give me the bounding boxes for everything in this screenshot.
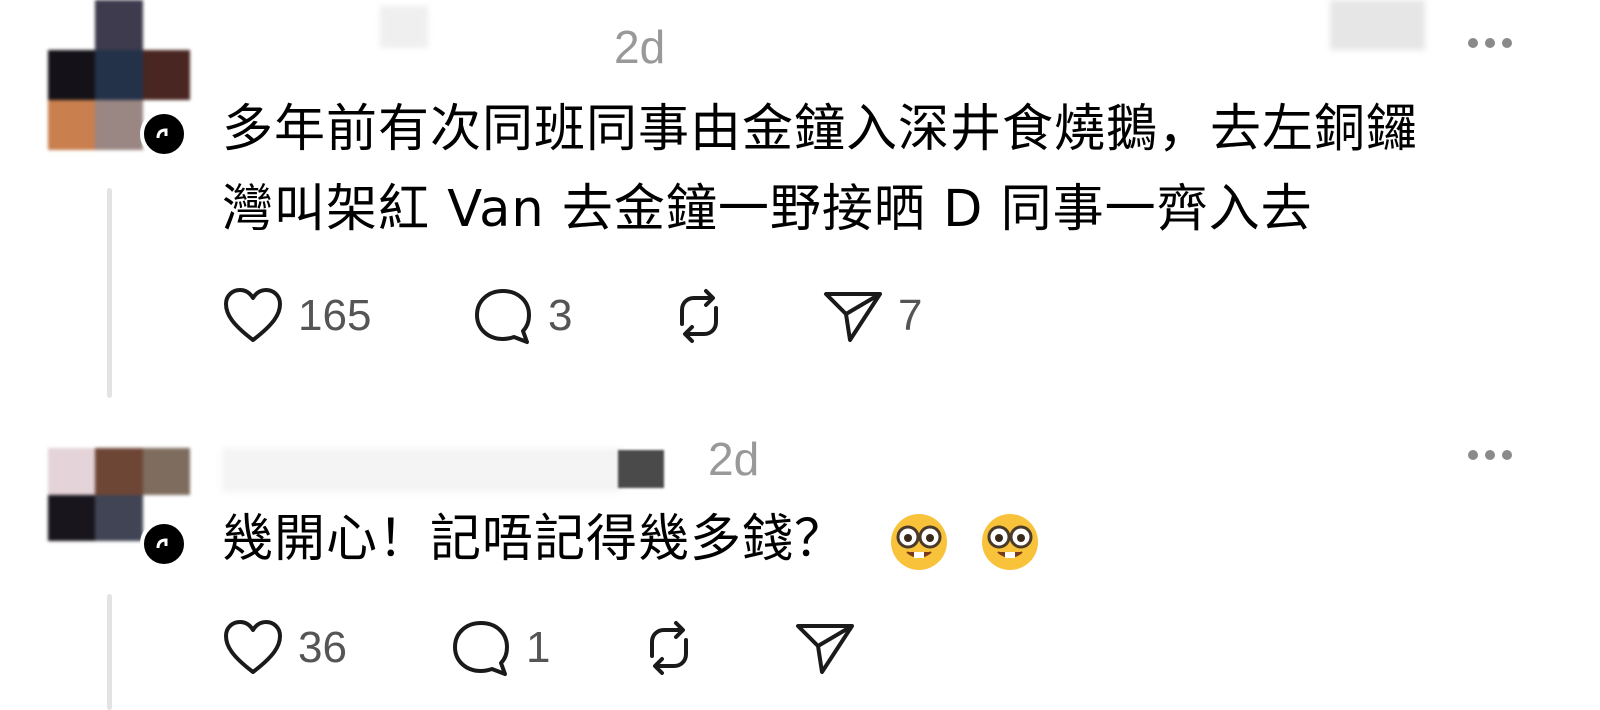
reply-count: 3 <box>548 291 573 340</box>
thread-line <box>107 594 112 710</box>
heart-icon <box>224 620 282 674</box>
post-text-line: 幾開心！記唔記得幾多錢？ <box>222 510 847 569</box>
share-button[interactable] <box>794 618 856 678</box>
liker-avatars-redacted <box>1330 0 1425 50</box>
nerd-face-emoji <box>982 514 1039 570</box>
post-time: 2d <box>708 433 760 485</box>
follow-badge-icon[interactable] <box>140 520 188 568</box>
more-icon-dot <box>1468 450 1478 460</box>
more-icon-dot <box>1468 38 1478 48</box>
heart-icon <box>224 288 282 342</box>
like-button[interactable]: 165 <box>222 286 371 346</box>
comment-icon <box>475 289 531 344</box>
send-icon <box>824 292 882 342</box>
username-redacted <box>618 450 664 488</box>
nerd-face-emoji <box>891 514 948 570</box>
post-text: 多年前有次同班同事由金鐘入深井食燒鵝，去左銅鑼 灣叫架紅 Van 去金鐘一野接晒… <box>222 90 1418 250</box>
more-button[interactable] <box>1468 38 1512 48</box>
post-text: 幾開心！記唔記得幾多錢？ <box>222 500 1040 580</box>
post-2: 2d 幾開心！記唔記得幾多錢？ 36 1 <box>0 410 1600 710</box>
like-count: 36 <box>298 623 347 672</box>
repost-icon <box>650 621 688 675</box>
post-text-line: 灣叫架紅 Van 去金鐘一野接晒 D 同事一齊入去 <box>222 180 1313 239</box>
reply-count: 1 <box>526 623 551 672</box>
username-redacted <box>222 448 622 492</box>
send-icon <box>796 624 854 674</box>
share-count: 7 <box>898 291 923 340</box>
like-count: 165 <box>298 291 372 340</box>
reply-button[interactable]: 3 <box>472 286 572 346</box>
username-redacted <box>380 6 428 48</box>
repost-button[interactable] <box>668 286 730 346</box>
more-button[interactable] <box>1468 450 1512 460</box>
share-button[interactable]: 7 <box>822 286 922 346</box>
more-icon-dot <box>1485 450 1495 460</box>
like-button[interactable]: 36 <box>222 618 347 678</box>
more-icon-dot <box>1502 450 1512 460</box>
reply-button[interactable]: 1 <box>450 618 550 678</box>
more-icon-dot <box>1485 38 1495 48</box>
more-icon-dot <box>1502 38 1512 48</box>
comment-icon <box>453 621 509 676</box>
post-text-line: 多年前有次同班同事由金鐘入深井食燒鵝，去左銅鑼 <box>222 100 1419 159</box>
post-1: 2d 多年前有次同班同事由金鐘入深井食燒鵝，去左銅鑼 灣叫架紅 Van 去金鐘一… <box>0 0 1600 400</box>
repost-button[interactable] <box>638 618 700 678</box>
post-time: 2d <box>614 21 666 73</box>
thread-line <box>107 188 112 398</box>
follow-badge-icon[interactable] <box>140 110 188 158</box>
repost-icon <box>680 289 718 343</box>
